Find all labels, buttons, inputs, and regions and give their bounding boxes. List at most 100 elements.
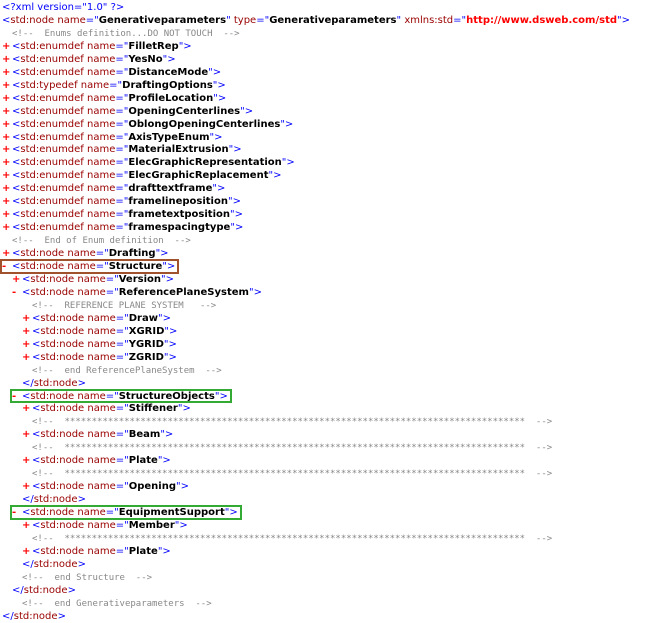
expand-toggle[interactable]: + (2, 79, 12, 92)
attribute-value: Stiffener (128, 403, 178, 415)
bracket: </ (22, 494, 34, 506)
expand-toggle[interactable]: + (22, 402, 32, 415)
attribute-name: name (77, 273, 106, 285)
bracket: > (168, 351, 177, 363)
attribute-name: name (87, 40, 116, 52)
expand-toggle[interactable]: + (2, 182, 12, 195)
xml-line: + <std:node name="Stiffener"> (22, 402, 191, 415)
bracket: > (160, 248, 169, 260)
attribute-name: name (57, 14, 86, 26)
expand-toggle[interactable]: + (2, 118, 12, 131)
expand-toggle[interactable]: + (2, 40, 12, 53)
expand-toggle[interactable]: + (2, 66, 12, 79)
bracket: > (165, 273, 175, 285)
attribute-name: name (87, 92, 116, 104)
bracket: > (232, 196, 241, 208)
expand-toggle[interactable]: + (22, 545, 32, 558)
expand-toggle[interactable]: + (22, 351, 32, 364)
expand-toggle[interactable]: + (22, 454, 32, 467)
attribute-value: Member (128, 520, 175, 531)
equals-quote: =" (256, 14, 270, 26)
xml-comment: <!-- end ReferencePlaneSystem --> (32, 365, 222, 376)
structure-highlight-box (0, 259, 179, 274)
attribute-value: YGRID (128, 338, 164, 350)
xml-line: + <std:node name="XGRID"> (22, 325, 177, 338)
expand-toggle[interactable]: + (22, 325, 32, 338)
tag-name: std:node (40, 429, 85, 441)
attribute-value: drafttextframe (128, 183, 213, 195)
bracket: > (244, 105, 254, 117)
expand-toggle[interactable]: + (2, 105, 12, 118)
equals-quote: =" (115, 209, 129, 221)
bracket: > (216, 183, 226, 195)
bracket: > (168, 325, 178, 337)
attribute-value: ProfileLocation (128, 92, 214, 104)
xml-line: <!-- Enums definition...DO NOT TOUCH --> (12, 27, 240, 40)
equals-quote: =" (105, 273, 119, 285)
attribute-value: Opening (128, 481, 176, 493)
expand-toggle[interactable]: + (22, 480, 32, 493)
equals-quote: =" (115, 338, 129, 350)
xml-line: <!-- end ReferencePlaneSystem --> (32, 364, 222, 377)
expand-toggle[interactable]: + (22, 428, 32, 441)
expand-toggle[interactable]: + (12, 273, 22, 286)
collapse-toggle[interactable]: - (12, 286, 22, 299)
expand-toggle[interactable]: + (22, 519, 32, 532)
attribute-value: ReferencePlaneSystem (118, 286, 249, 298)
tag-name: std:enumdef (20, 144, 84, 156)
tag-name: std:enumdef (20, 118, 84, 130)
expand-toggle[interactable]: + (2, 92, 12, 105)
expand-toggle[interactable]: + (2, 195, 12, 208)
xml-line: + <std:node name="ZGRID"> (22, 351, 177, 364)
bracket: > (167, 53, 176, 65)
xml-comment: <!-- ***********************************… (32, 469, 553, 480)
xml-line: <!-- ***********************************… (32, 415, 552, 428)
attribute-name: name (87, 53, 116, 65)
bracket: > (234, 222, 244, 234)
xml-line: <!-- end Structure --> (22, 571, 152, 584)
bracket: > (162, 312, 171, 324)
attribute-value: Draw (128, 312, 158, 324)
attribute-value: OblongOpeningCenterlines (128, 118, 281, 130)
xml-line: <!-- End of Enum definition --> (12, 234, 191, 247)
bracket: > (253, 286, 262, 298)
attribute-name: name (87, 66, 116, 78)
expand-toggle[interactable]: + (2, 143, 12, 156)
equals-quote: =" (109, 79, 123, 91)
expand-toggle[interactable]: + (2, 156, 12, 169)
xml-line: + <std:enumdef name="framelineposition"> (2, 195, 241, 208)
expand-toggle[interactable]: + (22, 312, 32, 325)
attribute-value: Beam (128, 429, 161, 441)
equals-quote: =" (115, 105, 129, 117)
bracket: > (77, 558, 86, 570)
expand-toggle[interactable]: + (2, 169, 12, 182)
bracket: > (234, 209, 243, 221)
xml-line: + <std:node name="Version"> (12, 273, 174, 286)
equals-quote: =" (115, 170, 129, 182)
bracket: > (233, 144, 242, 156)
equals-quote: =" (115, 118, 129, 130)
attribute-value: Plate (128, 455, 158, 467)
bracket: > (77, 494, 86, 506)
tag-name: std:enumdef (20, 92, 84, 104)
tag-name: std:node (40, 481, 85, 493)
expand-toggle[interactable]: + (2, 131, 12, 144)
xml-comment: <!-- End of Enum definition --> (12, 236, 191, 247)
equals-quote: =" (115, 455, 129, 467)
xml-line: + <std:enumdef name="ProfileLocation"> (2, 92, 226, 105)
attribute-name: name (87, 545, 116, 557)
expand-toggle[interactable]: + (22, 338, 32, 351)
bracket: > (217, 92, 227, 104)
expand-toggle[interactable]: + (2, 221, 12, 234)
xml-comment: <!-- REFERENCE PLANE SYSTEM --> (32, 300, 217, 311)
attribute-name: name (87, 338, 116, 350)
attribute-value: ElecGraphicReplacement (128, 170, 269, 182)
expand-toggle[interactable]: + (2, 208, 12, 221)
tag-name: std:node (33, 494, 78, 506)
tag-name: std:enumdef (20, 183, 84, 195)
xml-line: + <std:enumdef name="OblongOpeningCenterl… (2, 118, 293, 131)
expand-toggle[interactable]: + (2, 53, 12, 66)
attribute-value: framelineposition (128, 196, 228, 208)
attribute-name: name (87, 351, 116, 363)
namespace-attribute: xmlns:std (404, 14, 454, 26)
